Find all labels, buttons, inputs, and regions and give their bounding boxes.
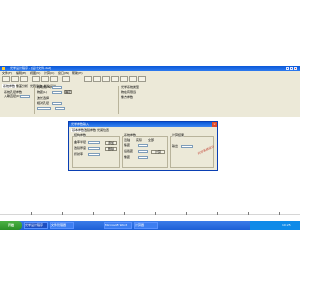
ruler-tick	[93, 212, 94, 215]
result-group-label: 计算结果	[172, 133, 185, 137]
real-check[interactable]: 实际	[136, 139, 142, 142]
wavelength-select[interactable]	[37, 107, 51, 110]
cut-icon[interactable]	[32, 76, 40, 82]
fov-label: 视场角(W)	[37, 85, 52, 89]
copy-icon[interactable]	[41, 76, 49, 82]
refresh-icon[interactable]	[102, 76, 110, 82]
object-finite-label: 物在有限远	[121, 90, 137, 94]
relative-aperture-label: 相对孔径	[37, 101, 50, 105]
paste-icon[interactable]	[50, 76, 58, 82]
new-file-icon[interactable]	[2, 76, 10, 82]
ruler-tick	[279, 212, 280, 215]
ruler-tick	[248, 212, 249, 215]
system-tray	[250, 221, 300, 230]
zoom-out-icon[interactable]	[93, 76, 101, 82]
structure-group-label: 结构参数	[74, 133, 87, 137]
zoom-in-icon[interactable]	[84, 76, 92, 82]
relative-aperture-input[interactable]	[52, 102, 62, 105]
thickness-input[interactable]	[88, 147, 100, 150]
dialog-tab-stop[interactable]: 光阑位置	[97, 129, 109, 132]
lens-icon[interactable]	[120, 76, 128, 82]
divider	[118, 86, 119, 114]
app-icon	[2, 67, 5, 70]
dialog-tab-lens[interactable]: 透镜参数	[84, 129, 96, 132]
tab-system[interactable]: 系统参数	[2, 84, 17, 88]
add-button[interactable]: 添加	[105, 141, 117, 145]
minimize-icon[interactable]	[286, 67, 289, 70]
image-distance-label: 像距	[124, 155, 131, 159]
result-group	[170, 136, 214, 168]
open-file-icon[interactable]	[11, 76, 19, 82]
ruler-tick	[124, 212, 125, 215]
unit-select[interactable]	[55, 107, 65, 110]
compute-button[interactable]: 计算	[151, 150, 165, 154]
radius-input[interactable]	[88, 141, 100, 144]
dialog-close-icon[interactable]: ×	[212, 122, 217, 127]
pupil-label: 入瞳直径(D)	[4, 94, 21, 98]
bfl-input[interactable]	[138, 150, 148, 153]
ruler-tick	[217, 212, 218, 215]
tab-aberration[interactable]: 像差分析	[16, 84, 28, 88]
ruler-tick	[155, 212, 156, 215]
ruler	[0, 214, 300, 215]
close-icon[interactable]	[294, 67, 297, 70]
print-icon[interactable]	[62, 76, 70, 82]
result-label: 输出	[172, 144, 179, 148]
dialog-tab-basic[interactable]: 基本参数	[71, 129, 86, 132]
result-input[interactable]	[181, 145, 193, 148]
object-distance-label: 物距(L)	[37, 90, 48, 94]
taskbar-item[interactable]: 文件管理器	[50, 222, 74, 229]
pupil-input[interactable]	[20, 95, 30, 98]
ruler-tick	[186, 212, 187, 215]
focal-label: 焦距	[124, 143, 131, 147]
taskbar-item[interactable]: Microsoft Word	[104, 222, 132, 229]
dialog-title: 光学参数输入	[69, 122, 217, 127]
index-label: 折射率	[74, 152, 84, 156]
confirm-button[interactable]: 确定	[64, 90, 72, 94]
delete-button[interactable]: 删除	[105, 147, 117, 151]
grid-icon[interactable]	[111, 76, 119, 82]
all-check[interactable]: 全部	[148, 139, 154, 142]
focal-input[interactable]	[138, 144, 148, 147]
system-group-label: 系统参数	[124, 133, 137, 137]
image-distance-input[interactable]	[138, 156, 148, 159]
taskbar-item[interactable]: 计算器	[134, 222, 158, 229]
wavelength-label: 波长选择	[37, 96, 50, 100]
index-input[interactable]	[88, 153, 100, 156]
paraxial-check[interactable]: 近轴	[124, 139, 130, 142]
radius-label: 曲率半径	[74, 140, 87, 144]
ruler-tick	[62, 212, 63, 215]
object-distance-input[interactable]	[52, 91, 62, 94]
start-button[interactable]: 开始	[0, 221, 22, 230]
taskbar-item[interactable]: 光学设计程序	[24, 222, 48, 229]
ruler-tick	[31, 212, 32, 215]
chart-icon[interactable]	[138, 76, 146, 82]
save-icon[interactable]	[20, 76, 28, 82]
divider	[34, 86, 35, 114]
bfl-label: 后截距	[124, 149, 134, 153]
maximize-icon[interactable]	[290, 67, 293, 70]
image-params-label: 像方参数	[121, 95, 134, 99]
ray-icon[interactable]	[129, 76, 137, 82]
system-type-label: 光学系统类型	[121, 85, 140, 89]
fov-input[interactable]	[52, 86, 62, 89]
thickness-label: 透镜厚度	[74, 146, 87, 150]
clock: 10:25	[282, 223, 291, 227]
